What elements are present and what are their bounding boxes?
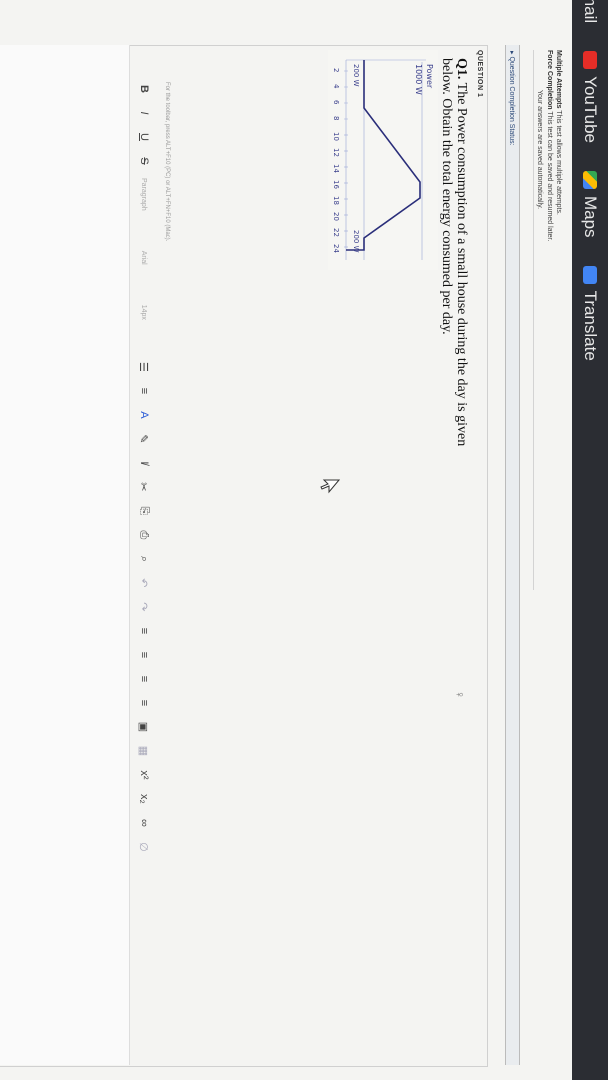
text-color-icon[interactable]: A	[138, 408, 150, 422]
editor-toolbar: B I U S Paragraph Arial 14px ☰ ≡ A ✎ I̸ …	[133, 82, 155, 1062]
test-content: Multiple Attempts This test allows multi…	[0, 30, 572, 1080]
graph-tick-label: 24	[332, 244, 340, 253]
screenshot-rotated-stage: mail YouTube Maps Translate Multiple Att…	[0, 0, 608, 1080]
graph-tick-label: 20	[332, 212, 340, 221]
clear-format-icon[interactable]: I̸	[138, 456, 150, 470]
numbered-list-icon[interactable]: ≡	[138, 384, 150, 398]
question-body: The Power consumption of a small house d…	[439, 58, 469, 447]
bookmark-gmail-label: mail	[581, 0, 600, 24]
graph-tick-label: 6	[332, 100, 340, 105]
graph-tick-label: 10	[332, 132, 340, 141]
multiple-attempts-row: Multiple Attempts This test allows multi…	[555, 50, 562, 215]
translate-icon	[583, 265, 597, 284]
youtube-icon	[583, 51, 597, 70]
mouse-cursor-icon	[320, 479, 340, 494]
graph-peak-label: 1000 W	[414, 64, 423, 95]
align-left-icon[interactable]: ≡	[138, 624, 150, 638]
underline-button[interactable]: U	[138, 130, 150, 144]
bullet-list-icon[interactable]: ☰	[138, 360, 151, 374]
maps-icon	[583, 170, 597, 189]
copy-icon[interactable]: ⎘	[138, 504, 151, 518]
question-label: QUESTION 1	[476, 50, 483, 98]
question-completion-status[interactable]: ▸ Question Completion Status:	[505, 45, 520, 1065]
graph-tick-label: 22	[332, 228, 340, 237]
align-right-icon[interactable]: ≡	[138, 672, 150, 686]
question-number: Q1.	[454, 58, 469, 80]
cut-icon[interactable]: ✂	[138, 480, 151, 494]
subscript-icon[interactable]: x₂	[138, 792, 150, 806]
graph-tick-label: 4	[332, 84, 340, 89]
italic-button[interactable]: I	[138, 106, 150, 120]
image-icon[interactable]: ▣	[138, 720, 151, 734]
highlight-icon[interactable]: ✎	[138, 432, 151, 446]
paragraph-select[interactable]: Paragraph	[141, 178, 148, 211]
graph-left-label: 200 W	[352, 64, 360, 87]
bold-button[interactable]: B	[138, 82, 150, 96]
graph-tick-label: 16	[332, 180, 340, 189]
force-completion-label: Force Completion	[546, 50, 553, 110]
answer-editor[interactable]	[0, 45, 130, 1065]
multiple-attempts-text: This test allows multiple attempts.	[555, 110, 562, 215]
font-select[interactable]: Arial	[141, 251, 148, 265]
more-icon[interactable]: ▦	[138, 744, 151, 758]
unlink-icon[interactable]: ∅	[138, 840, 151, 854]
graph-tick-label: 14	[332, 164, 340, 173]
undo-icon[interactable]: ↶	[138, 576, 151, 590]
graph-tick-label: 12	[332, 148, 340, 157]
search-icon[interactable]: ⌕	[138, 552, 151, 566]
pen-mark-icon: ♀	[453, 690, 467, 699]
graph-right-label: 200 W	[352, 230, 360, 253]
bookmark-maps[interactable]: Maps	[580, 170, 600, 238]
toolbar-hint: For the toolbar, press ALT+F10 (PC) or A…	[164, 82, 170, 242]
align-justify-icon[interactable]: ≡	[138, 696, 150, 710]
graph-tick-label: 8	[332, 116, 340, 120]
power-graph-image: 24681012141618202224 Power 1000 W 200 W …	[328, 50, 438, 270]
link-icon[interactable]: ∞	[138, 816, 150, 830]
graph-axis-label: Power	[425, 64, 434, 89]
bookmark-maps-label: Maps	[581, 195, 600, 238]
multiple-attempts-label: Multiple Attempts	[555, 50, 562, 109]
force-completion-row: Force Completion This test can be saved …	[546, 50, 553, 241]
bookmark-translate[interactable]: Translate	[580, 265, 600, 361]
bookmarks-bar: mail YouTube Maps Translate	[572, 0, 608, 1080]
force-completion-text: This test can be saved and resumed later…	[546, 111, 553, 242]
bookmark-translate-label: Translate	[581, 290, 600, 361]
autosave-text: Your answers are saved automatically.	[536, 90, 543, 210]
superscript-icon[interactable]: x²	[138, 768, 150, 782]
paste-icon[interactable]: ⎙	[138, 528, 151, 542]
bookmark-youtube[interactable]: YouTube	[580, 51, 600, 143]
align-center-icon[interactable]: ≡	[138, 648, 150, 662]
graph-tick-label: 2	[332, 68, 340, 72]
redo-icon[interactable]: ↷	[138, 600, 151, 614]
bookmark-youtube-label: YouTube	[581, 76, 600, 143]
question-text: Q1. The Power consumption of a small hou…	[439, 58, 469, 448]
size-select[interactable]: 14px	[141, 305, 148, 320]
bookmark-gmail[interactable]: mail	[580, 0, 600, 23]
divider	[533, 50, 534, 590]
strikethrough-button[interactable]: S	[138, 154, 150, 168]
graph-tick-label: 18	[332, 196, 340, 205]
